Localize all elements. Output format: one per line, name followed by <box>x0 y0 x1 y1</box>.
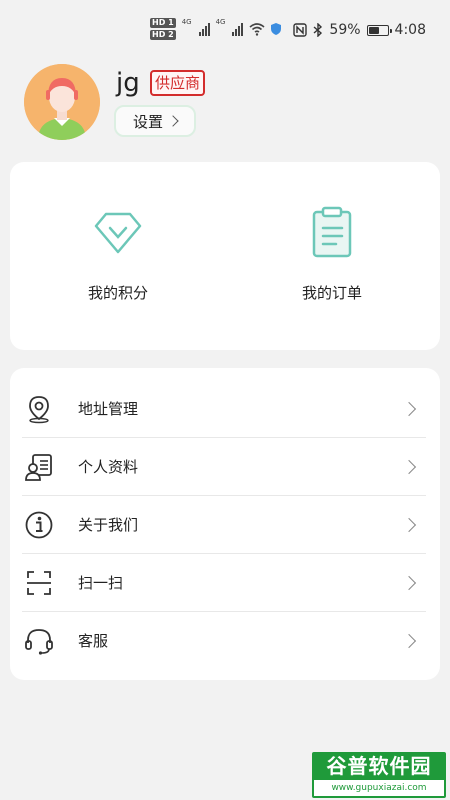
id-card-icon <box>25 453 52 481</box>
watermark-url: www.gupuxiazai.com <box>314 780 444 796</box>
menu-label-address: 地址管理 <box>78 400 139 418</box>
status-right: 59% 4:08 <box>293 22 426 38</box>
signal-2-icon <box>232 22 244 36</box>
menu-label-about: 关于我们 <box>78 516 139 534</box>
chevron-right-icon <box>401 575 417 590</box>
quick-actions-card: 我的积分 我的订单 <box>10 162 440 350</box>
chevron-right-icon <box>401 633 417 648</box>
network-type-1: 4G <box>181 18 192 26</box>
my-points-button[interactable]: 我的积分 <box>38 204 198 303</box>
my-orders-label: 我的订单 <box>301 284 362 302</box>
menu-item-customer-service[interactable]: 客服 <box>22 612 426 669</box>
security-shield-icon <box>271 23 282 35</box>
chevron-right-icon <box>401 459 417 474</box>
scan-icon <box>27 570 51 595</box>
bluetooth-icon <box>313 23 323 37</box>
my-points-label: 我的积分 <box>87 284 148 302</box>
role-badge: 供应商 <box>150 70 206 96</box>
headset-icon <box>25 628 53 655</box>
battery-fill <box>368 26 379 34</box>
menu-label-customer-service: 客服 <box>78 632 109 650</box>
status-bar: HD 1 HD 2 4G 4G 59% 4:08 <box>0 0 450 64</box>
battery-percent: 59% <box>329 22 361 38</box>
menu-card: 地址管理 个人资料 关于我们 扫一扫 客服 <box>10 368 440 680</box>
location-pin-icon <box>29 395 49 423</box>
diamond-icon <box>94 212 142 254</box>
watermark-logo: 谷普软件园 www.gupuxiazai.com <box>312 752 446 798</box>
chevron-right-icon <box>401 401 417 416</box>
menu-item-about[interactable]: 关于我们 <box>22 496 426 554</box>
menu-item-scan[interactable]: 扫一扫 <box>22 554 426 612</box>
menu-item-address[interactable]: 地址管理 <box>22 380 426 438</box>
my-orders-button[interactable]: 我的订单 <box>252 204 412 303</box>
watermark-title: 谷普软件园 <box>326 754 432 778</box>
status-left: HD 1 HD 2 4G 4G <box>150 18 282 40</box>
username: jg <box>116 68 140 98</box>
info-icon <box>25 511 53 538</box>
settings-label: 设置 <box>132 112 163 131</box>
clipboard-icon <box>312 206 352 258</box>
avatar[interactable] <box>24 64 100 140</box>
menu-label-profile: 个人资料 <box>78 458 139 476</box>
avatar-person-icon <box>24 64 100 140</box>
nfc-icon <box>293 23 308 37</box>
wifi-icon <box>249 23 265 36</box>
network-type-2: 4G <box>215 18 226 26</box>
clock: 4:08 <box>394 22 426 38</box>
signal-1-icon <box>198 22 210 36</box>
chevron-right-icon <box>401 517 417 532</box>
settings-button[interactable]: 设置 <box>114 105 196 137</box>
chevron-right-icon <box>167 115 179 127</box>
menu-label-scan: 扫一扫 <box>78 574 124 592</box>
hd1-badge: HD 1 <box>150 18 176 28</box>
hd2-badge: HD 2 <box>150 30 176 40</box>
menu-item-profile[interactable]: 个人资料 <box>22 438 426 496</box>
battery-icon <box>366 24 392 36</box>
hd-indicators: HD 1 HD 2 <box>150 18 176 40</box>
